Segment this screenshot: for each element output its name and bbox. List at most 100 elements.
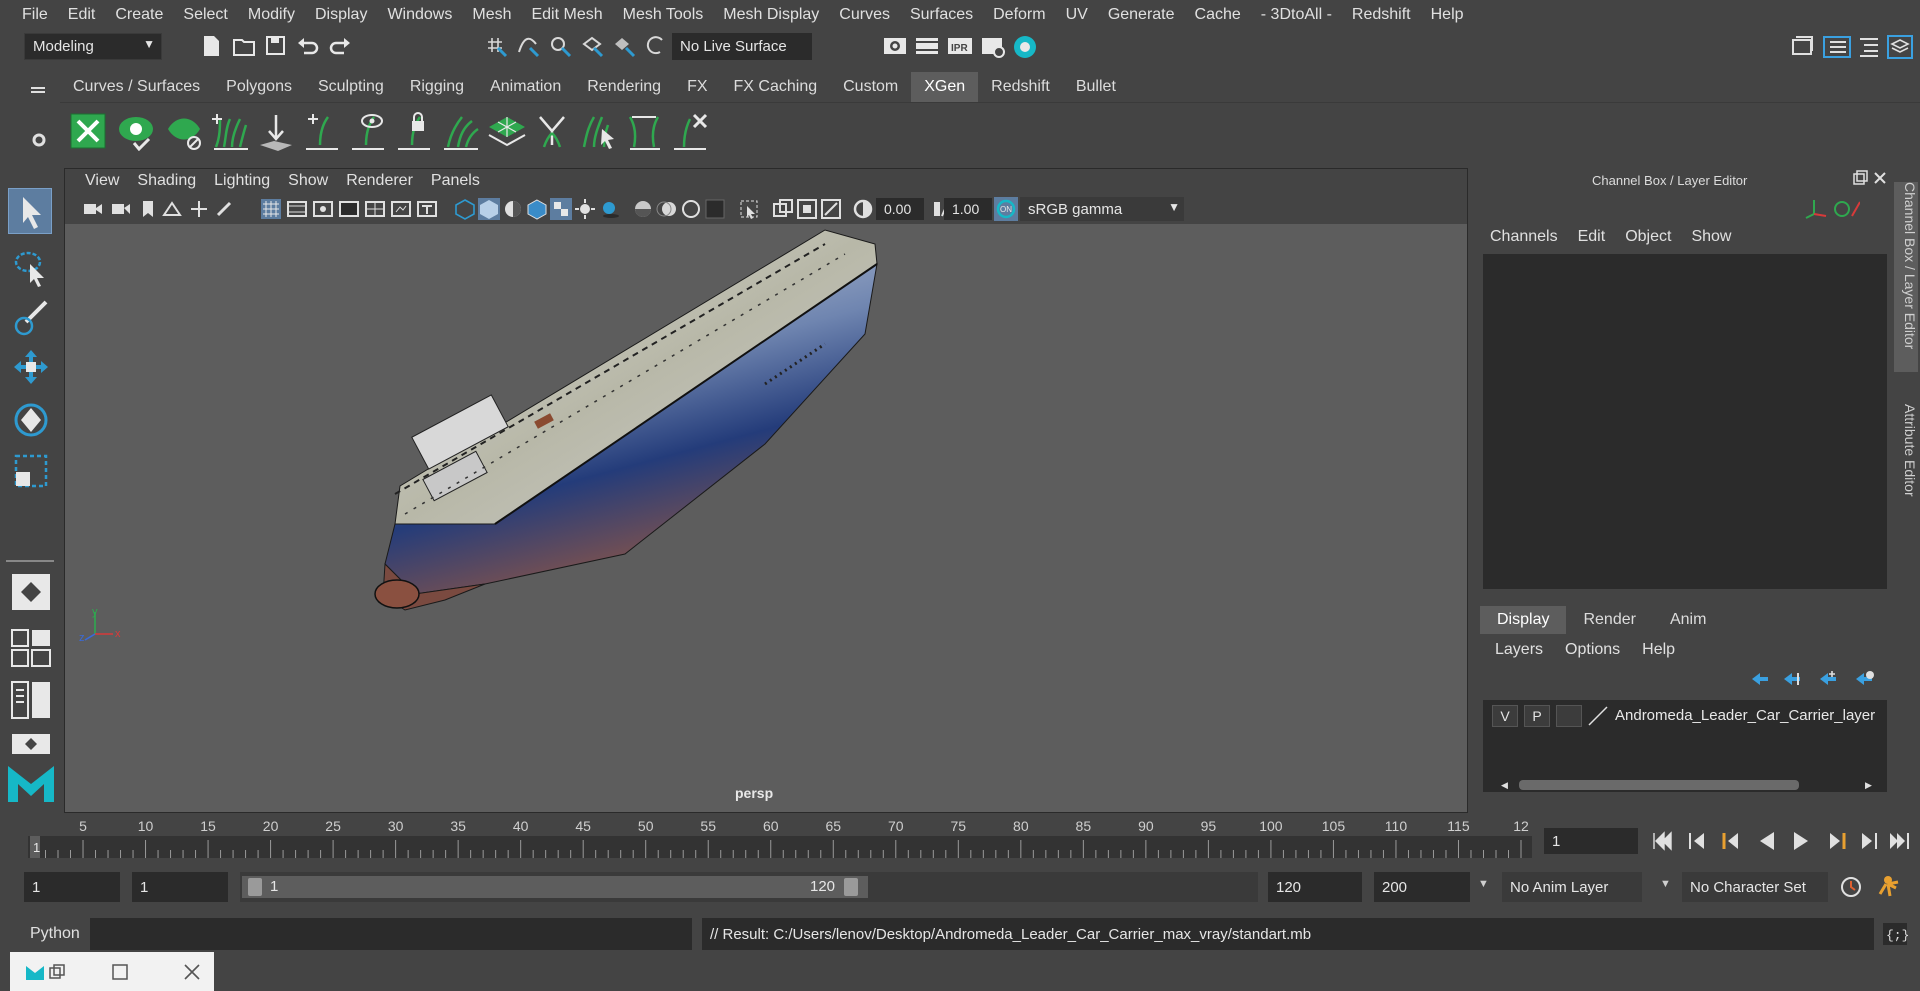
grease-pencil-icon[interactable] [214,199,236,219]
depth-of-field-icon[interactable] [704,198,726,220]
layer-scrollbar[interactable]: ◀ ▶ [1499,780,1879,790]
chevron-down-icon[interactable]: ▼ [1478,878,1489,890]
step-back-frame-icon[interactable] [1689,833,1704,849]
viewport-menu-shading[interactable]: Shading [128,172,205,190]
anim-layer-select[interactable]: No Anim Layer [1502,872,1642,902]
wireframe-on-shaded-icon[interactable] [526,198,548,220]
new-scene-icon[interactable] [200,34,222,58]
menu-modify[interactable]: Modify [238,6,305,24]
snap-curve-icon[interactable] [516,34,542,60]
script-editor-icon[interactable]: {;} [1882,922,1908,946]
menu-display[interactable]: Display [305,6,377,24]
channel-menu-object[interactable]: Object [1625,228,1671,246]
animation-end-field[interactable]: 200 [1374,872,1470,902]
chevron-down-icon[interactable]: ▼ [1660,878,1671,890]
select-guides-icon[interactable] [578,111,618,153]
snap-live-icon[interactable] [612,34,638,60]
show-guides-icon[interactable] [348,111,388,153]
command-language-label[interactable]: Python [30,925,80,943]
play-backwards-icon[interactable] [1760,832,1774,850]
viewport-menu-view[interactable]: View [76,172,128,190]
play-forwards-icon[interactable] [1794,832,1808,850]
shelf-tab-sculpting[interactable]: Sculpting [304,72,397,102]
select-camera-icon[interactable] [82,199,104,219]
paint-select-tool-icon[interactable] [12,298,50,338]
exposure-field[interactable]: 0.00 [876,198,924,220]
layer-tab-display[interactable]: Display [1480,606,1567,634]
workspace-select[interactable]: Modeling ▼ [24,33,162,60]
auto-key-icon[interactable] [1838,874,1864,900]
xgen-editor-icon[interactable] [70,113,106,149]
menu-help[interactable]: Help [1421,6,1474,24]
step-back-key-icon[interactable] [1722,833,1738,849]
film-gate-icon[interactable] [286,199,308,219]
shelf-tab-fx[interactable]: FX [674,72,721,102]
menu-windows[interactable]: Windows [377,6,462,24]
layer-menu-options[interactable]: Options [1565,641,1620,659]
shelf-tab-fx-caching[interactable]: FX Caching [720,72,831,102]
modeling-toolkit-icon[interactable] [1790,34,1816,60]
color-space-select[interactable]: sRGB gamma ▼ [1020,197,1184,221]
safe-action-icon[interactable] [390,199,412,219]
menu-edit[interactable]: Edit [58,6,106,24]
layer-visibility-toggle[interactable]: V [1492,705,1518,727]
hypershade-icon[interactable] [1012,34,1038,60]
shadows-icon[interactable] [598,198,620,220]
layer-tab-render[interactable]: Render [1566,606,1652,634]
shelf-tab-animation[interactable]: Animation [477,72,575,102]
layer-menu-help[interactable]: Help [1642,641,1675,659]
lock-guides-icon[interactable] [394,111,434,153]
wireframe-icon[interactable] [454,198,476,220]
character-set-select[interactable]: No Character Set [1682,872,1828,902]
open-scene-icon[interactable] [232,34,256,58]
layer-name[interactable]: Andromeda_Leader_Car_Carrier_layer [1615,707,1875,724]
undo-icon[interactable] [296,35,320,57]
shelf-tab-redshift[interactable]: Redshift [978,72,1063,102]
channel-box-toggle-icon[interactable] [1886,34,1914,60]
live-surface-field[interactable]: No Live Surface [672,33,812,60]
render-settings-icon[interactable] [980,34,1006,60]
smooth-shade-icon[interactable] [478,198,500,220]
menu-mesh-display[interactable]: Mesh Display [713,6,829,24]
side-tab-attribute-editor[interactable]: Attribute Editor [1894,404,1918,524]
layer-tab-anim[interactable]: Anim [1653,606,1723,634]
single-perspective-view-icon[interactable] [10,572,52,612]
xray-components-icon[interactable] [820,198,842,220]
isolate-select-icon[interactable] [738,198,760,220]
menu-mesh-tools[interactable]: Mesh Tools [613,6,714,24]
render-current-frame-icon[interactable] [914,34,940,60]
persp-outliner-layout-icon[interactable] [10,680,52,720]
channel-menu-channels[interactable]: Channels [1490,228,1558,246]
menu-generate[interactable]: Generate [1098,6,1185,24]
xray-icon[interactable] [772,198,794,220]
shelf-tab-bullet[interactable]: Bullet [1062,72,1129,102]
menu-curves[interactable]: Curves [829,6,900,24]
channel-list[interactable] [1483,254,1887,589]
two-d-pan-zoom-icon[interactable] [188,199,210,219]
anti-aliasing-icon[interactable] [680,198,702,220]
move-layer-up-icon[interactable] [1748,670,1772,688]
color-management-icon[interactable]: ON [994,197,1018,221]
menu-redshift[interactable]: Redshift [1342,6,1421,24]
menu-3dtoall[interactable]: - 3DtoAll - [1251,6,1342,24]
shelf-tab-rendering[interactable]: Rendering [574,72,675,102]
menu-deform[interactable]: Deform [983,6,1055,24]
shelf-tab-polygons[interactable]: Polygons [213,72,305,102]
safe-title-icon[interactable] [416,199,438,219]
shelf-tab-curves-surfaces[interactable]: Curves / Surfaces [60,72,214,102]
layer-menu-layers[interactable]: Layers [1495,641,1543,659]
snap-rotate-icon[interactable] [644,34,668,60]
float-panel-icon[interactable] [1852,170,1868,186]
menu-file[interactable]: File [12,6,58,24]
snap-grid-icon[interactable] [484,34,510,60]
lasso-tool-icon[interactable] [12,248,50,288]
range-start-handle[interactable] [248,878,262,896]
layer-color-swatch-icon[interactable] [1587,705,1609,727]
clump-guides-icon[interactable] [532,111,572,153]
scale-tool-icon[interactable] [12,452,50,492]
default-material-icon[interactable] [502,198,524,220]
density-map-icon[interactable] [486,111,528,153]
go-to-end-icon[interactable] [1890,833,1909,849]
ipr-render-icon[interactable]: IPR [946,34,974,60]
sculpt-guides-icon[interactable] [624,111,664,153]
